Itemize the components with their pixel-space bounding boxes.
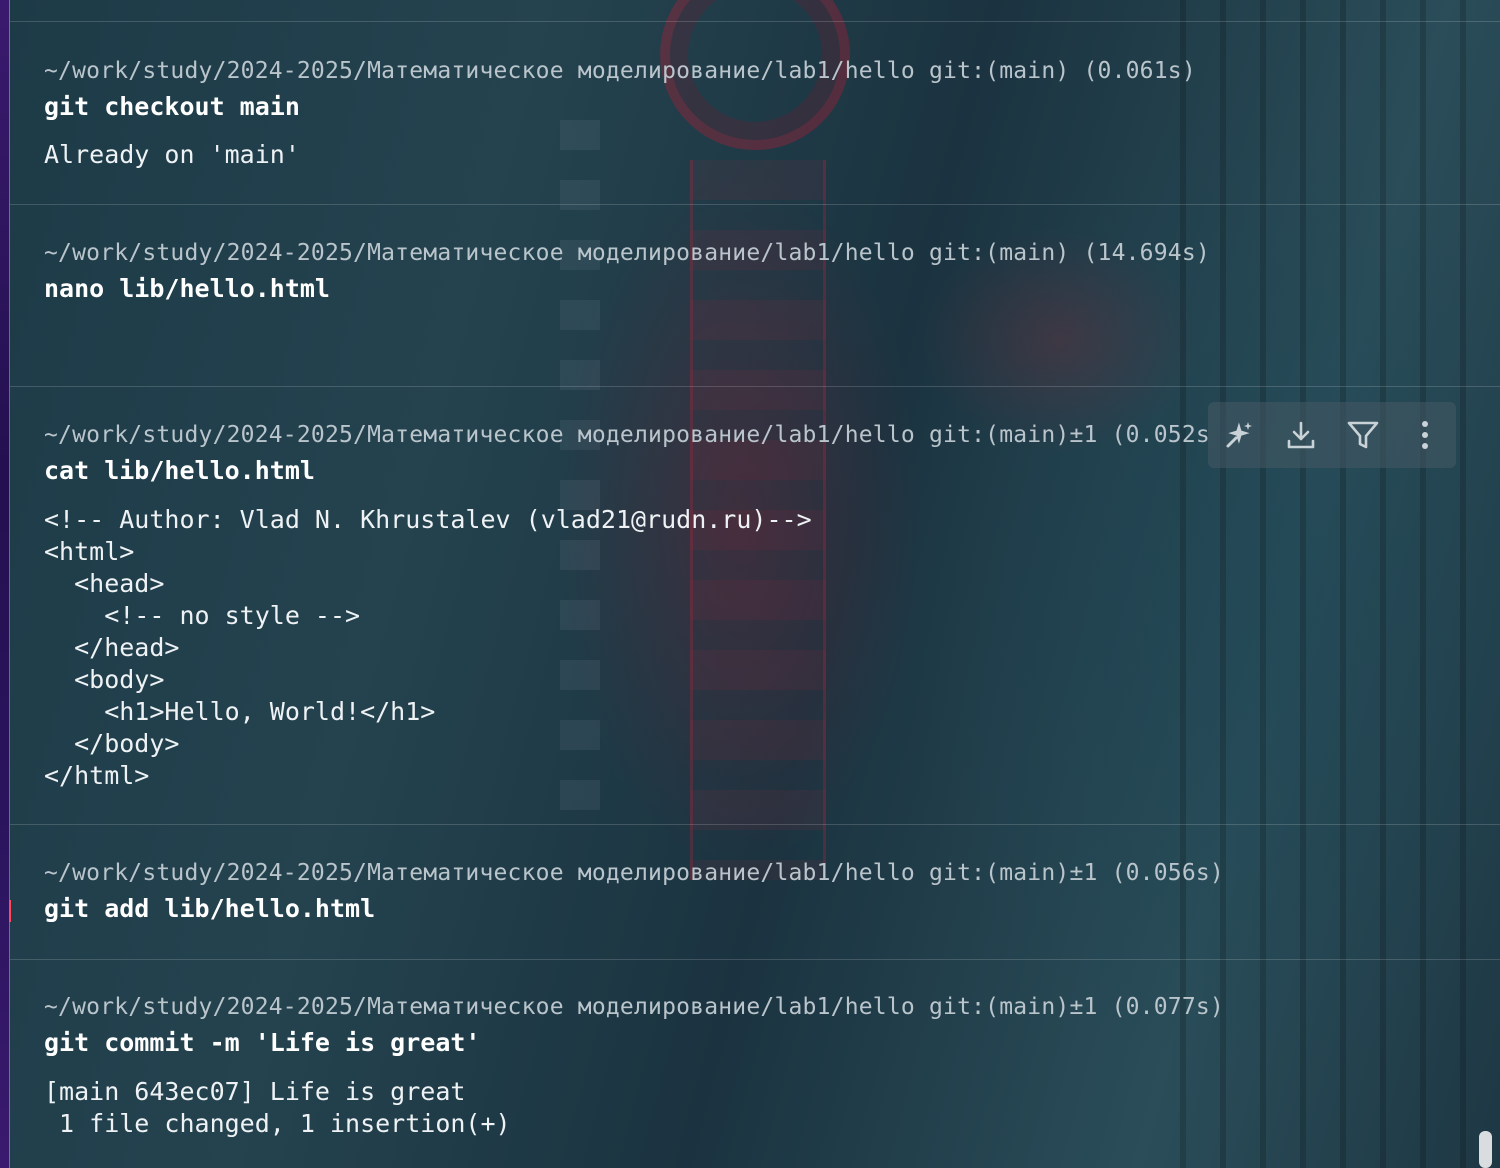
scrollbar-thumb[interactable] — [1479, 1131, 1492, 1168]
more-vertical-icon — [1422, 421, 1428, 449]
command-text: git commit -m 'Life is great' — [44, 1028, 481, 1057]
command-block[interactable]: ~/work/study/2024-2025/Математическое мо… — [10, 21, 1500, 204]
active-block-marker — [9, 900, 11, 922]
filter-icon — [1347, 421, 1379, 449]
terminal-output[interactable]: ~/work/study/2024-2025/Математическое мо… — [10, 0, 1500, 1168]
prompt-line: ~/work/study/2024-2025/Математическое мо… — [44, 994, 1224, 1020]
command-output: [main 643ec07] Life is great 1 file chan… — [44, 1077, 511, 1138]
command-text: cat lib/hello.html — [44, 456, 315, 485]
command-output: Already on 'main' — [44, 140, 300, 169]
command-block[interactable]: ~/work/study/2024-2025/Математическое мо… — [10, 204, 1500, 386]
window-left-edge — [0, 0, 10, 1168]
prompt-line: ~/work/study/2024-2025/Математическое мо… — [44, 58, 1196, 84]
prompt-line: ~/work/study/2024-2025/Математическое мо… — [44, 240, 1210, 266]
download-button[interactable] — [1279, 413, 1323, 457]
command-block[interactable]: ~/work/study/2024-2025/Математическое мо… — [10, 959, 1500, 1168]
command-text: git checkout main — [44, 92, 300, 121]
ai-sparkle-icon — [1226, 422, 1252, 448]
prompt-line: ~/work/study/2024-2025/Математическое мо… — [44, 860, 1224, 886]
block-toolbar — [1208, 402, 1456, 468]
command-text: nano lib/hello.html — [44, 274, 330, 303]
command-text: git add lib/hello.html — [44, 894, 376, 923]
more-options-button[interactable] — [1403, 413, 1447, 457]
command-block[interactable]: ~/work/study/2024-2025/Математическое мо… — [10, 824, 1500, 959]
command-output: <!-- Author: Vlad N. Khrustalev (vlad21@… — [44, 505, 812, 790]
download-icon — [1287, 421, 1315, 449]
prompt-line: ~/work/study/2024-2025/Математическое мо… — [44, 422, 1210, 448]
filter-button[interactable] — [1341, 413, 1385, 457]
ai-sparkle-button[interactable] — [1217, 413, 1261, 457]
